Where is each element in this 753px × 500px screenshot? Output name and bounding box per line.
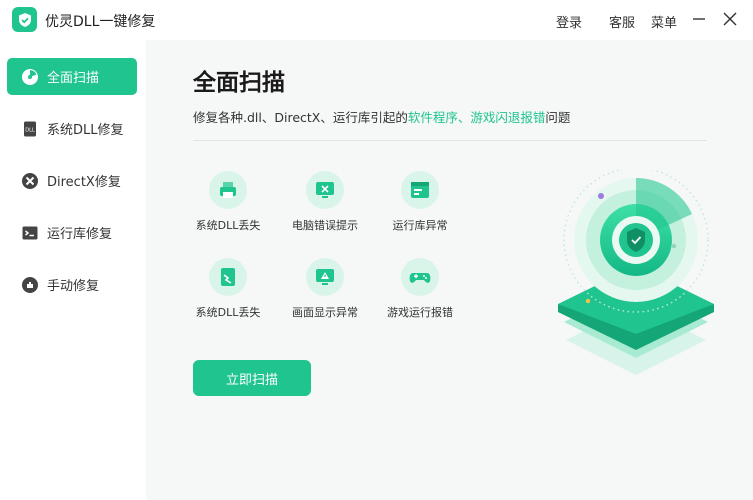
hand-icon — [21, 276, 39, 294]
feature-item: 系统DLL丢失 — [183, 171, 273, 233]
main-panel: 全面扫描 修复各种.dll、DirectX、运行库引起的软件程序、游戏闪退报错问… — [146, 40, 753, 500]
sidebar-item-manual[interactable]: 手动修复 — [7, 266, 137, 303]
subtitle-text: 修复各种.dll、DirectX、运行库引起的 — [193, 110, 408, 125]
monitor-error-icon — [306, 171, 344, 209]
sidebar-item-label: 手动修复 — [47, 279, 100, 294]
close-icon[interactable] — [719, 8, 741, 30]
gamepad-icon — [401, 258, 439, 296]
sidebar-item-label: 运行库修复 — [47, 227, 113, 242]
page-subtitle: 修复各种.dll、DirectX、运行库引起的软件程序、游戏闪退报错问题 — [193, 107, 570, 126]
file-broken-icon — [209, 258, 247, 296]
feature-label: 运行库异常 — [392, 219, 448, 232]
subtitle-highlight: 软件程序、游戏闪退报错 — [407, 110, 546, 125]
sidebar: 全面扫描 DLL 系统DLL修复 DirectX修复 运行库修复 手动修复 — [0, 40, 146, 500]
radar-icon — [21, 68, 39, 86]
feature-item: 电脑错误提示 — [280, 171, 370, 233]
feature-label: 系统DLL丢失 — [195, 219, 261, 232]
login-link[interactable]: 登录 — [556, 12, 582, 31]
feature-label: 画面显示异常 — [292, 306, 358, 319]
svg-text:DLL: DLL — [25, 127, 35, 133]
sidebar-item-system-dll[interactable]: DLL 系统DLL修复 — [7, 110, 137, 147]
feature-item: 运行库异常 — [375, 171, 465, 233]
window-runtime-icon — [401, 171, 439, 209]
scan-now-button[interactable]: 立即扫描 — [193, 360, 311, 396]
customer-service-link[interactable]: 客服 — [609, 12, 635, 31]
monitor-warning-icon — [306, 258, 344, 296]
feature-label: 电脑错误提示 — [292, 219, 358, 232]
feature-label: 游戏运行报错 — [387, 306, 453, 319]
feature-item: 系统DLL丢失 — [183, 258, 273, 320]
dll-file-icon: DLL — [21, 120, 39, 138]
printer-dll-icon — [209, 171, 247, 209]
title-bar: 优灵DLL一键修复 登录 客服 菜单 — [0, 0, 753, 40]
scan-illustration — [546, 167, 726, 410]
feature-label: 系统DLL丢失 — [195, 306, 261, 319]
app-title: 优灵DLL一键修复 — [45, 14, 156, 30]
menu-link[interactable]: 菜单 — [651, 12, 677, 31]
feature-item: 画面显示异常 — [280, 258, 370, 320]
sidebar-item-label: 全面扫描 — [47, 71, 100, 86]
sidebar-item-directx[interactable]: DirectX修复 — [7, 162, 137, 199]
terminal-icon — [21, 224, 39, 242]
minimize-icon[interactable] — [688, 8, 710, 30]
feature-item: 游戏运行报错 — [375, 258, 465, 320]
page-title: 全面扫描 — [193, 70, 285, 96]
shield-logo-icon — [12, 7, 37, 32]
divider — [193, 140, 707, 141]
subtitle-suffix: 问题 — [545, 110, 571, 125]
sidebar-item-runtime[interactable]: 运行库修复 — [7, 214, 137, 251]
sidebar-item-label: DirectX修复 — [47, 175, 121, 190]
sidebar-item-full-scan[interactable]: 全面扫描 — [7, 58, 137, 95]
directx-icon — [21, 172, 39, 190]
sidebar-item-label: 系统DLL修复 — [47, 123, 124, 138]
